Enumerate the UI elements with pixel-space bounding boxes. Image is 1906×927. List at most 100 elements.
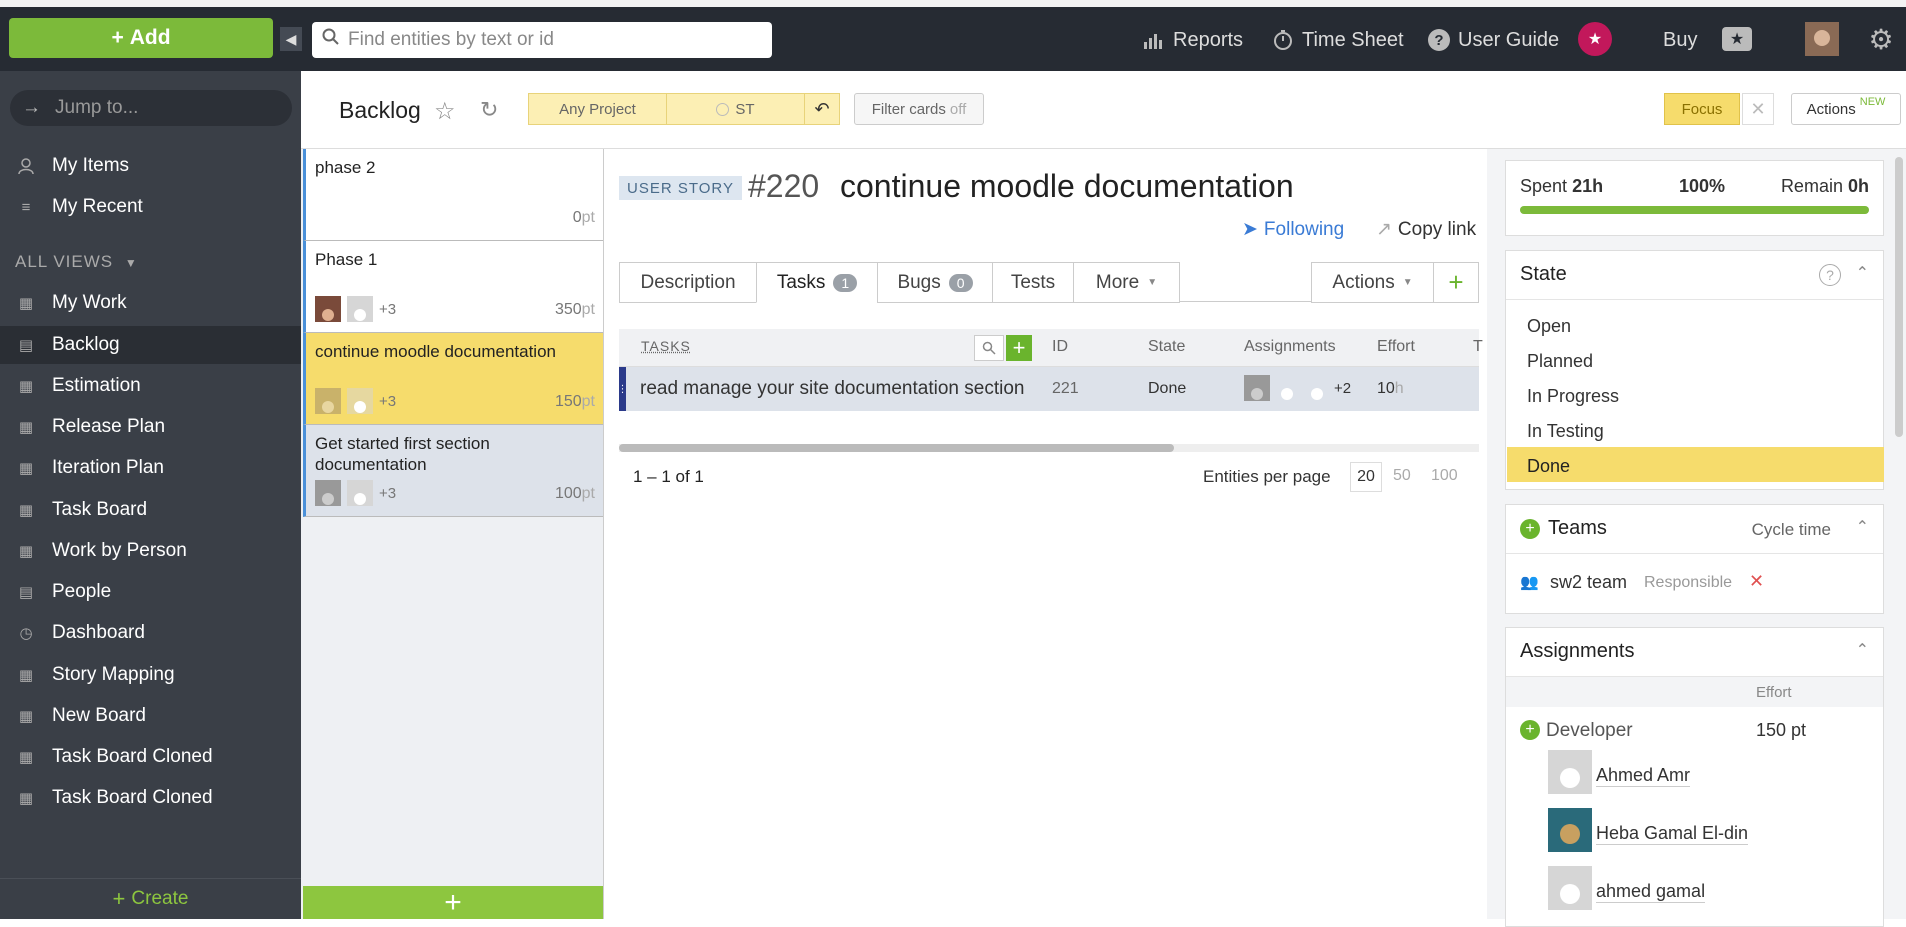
refresh-icon[interactable]: ↻	[480, 97, 498, 123]
col-assignments[interactable]: Assignments	[1244, 338, 1336, 356]
card[interactable]: phase 2 0pt	[303, 149, 603, 241]
reports-link[interactable]: Reports	[1143, 22, 1243, 58]
sidebar-item-task-board-cloned-2[interactable]: ▦ Task Board Cloned	[0, 779, 301, 817]
state-option[interactable]: In Progress	[1527, 386, 1619, 407]
copy-link-button[interactable]: ↗ Copy link	[1376, 218, 1476, 241]
filter-cards-toggle[interactable]: Filter cards off	[854, 93, 984, 125]
chevron-up-icon[interactable]: ⌃	[1856, 517, 1869, 537]
add-team-icon[interactable]: +	[1520, 519, 1540, 539]
percent: 100%	[1679, 176, 1725, 197]
project-filter[interactable]: Any Project	[528, 93, 667, 125]
card[interactable]: Phase 1 +3 350pt	[303, 241, 603, 333]
sidebar-item-people[interactable]: ▤ People	[0, 573, 301, 611]
drag-handle-icon[interactable]: ⋮	[619, 367, 626, 411]
stopwatch-icon	[1272, 29, 1294, 51]
col-effort[interactable]: Effort	[1377, 338, 1415, 356]
tab-tests[interactable]: Tests	[992, 262, 1074, 303]
user-avatar[interactable]	[1805, 22, 1839, 56]
add-button[interactable]: + Add	[9, 18, 273, 58]
state-option-selected-label: Done	[1527, 456, 1570, 477]
help-icon[interactable]: ?	[1819, 264, 1841, 286]
collapse-sidebar-button[interactable]: ◀	[280, 27, 302, 51]
focus-button[interactable]: Focus	[1664, 93, 1740, 125]
user-guide-link[interactable]: ? User Guide	[1428, 22, 1559, 58]
state-option[interactable]: Planned	[1527, 351, 1593, 372]
role-name: Developer	[1546, 720, 1633, 742]
task-assignees[interactable]: +2	[1244, 375, 1351, 401]
team-icon: 👥	[1520, 573, 1539, 591]
sidebar-my-recent[interactable]: ≡ My Recent	[0, 188, 301, 226]
progress-fill	[1520, 206, 1869, 214]
col-t[interactable]: T	[1473, 338, 1483, 356]
feedback-icon[interactable]: ★	[1722, 27, 1752, 51]
detail-actions-button[interactable]: Actions ▼	[1311, 262, 1434, 303]
entity-title[interactable]: continue moodle documentation	[840, 168, 1294, 205]
search-input[interactable]: Find entities by text or id	[312, 22, 772, 58]
add-card-button[interactable]: +	[303, 886, 603, 919]
search-icon	[322, 28, 340, 52]
sidebar-item-task-board-cloned[interactable]: ▦ Task Board Cloned	[0, 738, 301, 776]
all-views-heading[interactable]: ALL VIEWS ▼	[15, 252, 138, 272]
extra-assignees: +3	[379, 393, 396, 410]
sidebar-item-work-by-person[interactable]: ▦ Work by Person	[0, 532, 301, 570]
buy-link[interactable]: Buy	[1663, 22, 1697, 58]
add-task-button[interactable]: +	[1433, 262, 1479, 303]
sidebar-item-new-board[interactable]: ▦ New Board	[0, 697, 301, 735]
sidebar-item-story-mapping[interactable]: ▦ Story Mapping	[0, 656, 301, 694]
assignee-name[interactable]: Ahmed Amr	[1596, 765, 1690, 787]
jump-to-input[interactable]: → Jump to...	[10, 90, 292, 126]
team-name[interactable]: sw2 team	[1550, 572, 1627, 593]
plugin-icon[interactable]: ★	[1578, 22, 1612, 56]
following-toggle[interactable]: ➤ Following	[1242, 218, 1344, 241]
vertical-scrollbar[interactable]	[1895, 157, 1903, 437]
tab-more[interactable]: More ▼	[1073, 262, 1180, 303]
per-page-option[interactable]: 50	[1393, 467, 1411, 485]
sidebar-item-estimation[interactable]: ▦ Estimation	[0, 367, 301, 405]
locked-board-icon: ▦	[14, 788, 38, 808]
sidebar-item-my-work[interactable]: ▦ My Work	[0, 284, 301, 322]
card-selected[interactable]: continue moodle documentation +3 150pt	[303, 333, 603, 425]
scrollbar-thumb[interactable]	[619, 444, 1174, 452]
chevron-up-icon[interactable]: ⌃	[1856, 640, 1869, 660]
sidebar-item-release-plan[interactable]: ▦ Release Plan	[0, 408, 301, 446]
assignee-name[interactable]: Heba Gamal El-din	[1596, 823, 1748, 845]
cycle-time-label[interactable]: Cycle time	[1752, 520, 1831, 540]
timesheet-link[interactable]: Time Sheet	[1272, 22, 1404, 58]
col-id[interactable]: ID	[1052, 338, 1068, 356]
state-option[interactable]: Open	[1527, 316, 1571, 337]
grid-search-icon[interactable]	[974, 335, 1004, 361]
card-points: 350pt	[555, 301, 595, 319]
team-filter[interactable]: ST	[666, 93, 805, 125]
sidebar-item-iteration-plan[interactable]: ▦ Iteration Plan	[0, 449, 301, 487]
chevron-up-icon[interactable]: ⌃	[1856, 263, 1869, 283]
state-option[interactable]: In Testing	[1527, 421, 1604, 442]
sidebar-item-backlog[interactable]: ▤ Backlog	[0, 326, 301, 364]
task-state[interactable]: Done	[1148, 380, 1186, 398]
tab-tasks[interactable]: Tasks 1	[756, 262, 878, 303]
list-icon: ▤	[14, 335, 38, 355]
role-effort[interactable]: 150 pt	[1756, 720, 1806, 741]
tab-bugs[interactable]: Bugs 0	[877, 262, 993, 303]
card[interactable]: Get started first section documentation …	[303, 425, 603, 517]
sidebar-item-dashboard[interactable]: ◷ Dashboard	[0, 614, 301, 652]
col-tasks[interactable]: TASKS	[641, 338, 691, 354]
sidebar-my-items[interactable]: My Items	[0, 147, 301, 185]
grid-add-icon[interactable]: +	[1006, 335, 1032, 361]
actions-label: Actions	[1332, 272, 1394, 294]
add-assignee-icon[interactable]: +	[1520, 720, 1540, 740]
undo-icon[interactable]: ↶	[804, 93, 840, 125]
close-focus-icon[interactable]: ✕	[1742, 93, 1774, 125]
gear-icon[interactable]: ⚙	[1864, 22, 1898, 56]
per-page-option[interactable]: 100	[1431, 467, 1458, 485]
star-icon[interactable]: ☆	[434, 97, 456, 126]
col-state[interactable]: State	[1148, 338, 1185, 356]
per-page-option-selected[interactable]: 20	[1350, 462, 1382, 492]
view-actions-button[interactable]: Actions NEW	[1791, 93, 1901, 125]
team-role: Responsible	[1644, 574, 1732, 592]
create-button[interactable]: + Create	[0, 878, 301, 919]
sidebar-item-task-board[interactable]: ▦ Task Board	[0, 491, 301, 529]
remove-team-icon[interactable]: ✕	[1749, 571, 1764, 592]
assignee-name[interactable]: ahmed gamal	[1596, 881, 1705, 903]
tab-description[interactable]: Description	[619, 262, 757, 303]
task-name[interactable]: read manage your site documentation sect…	[640, 378, 1024, 400]
